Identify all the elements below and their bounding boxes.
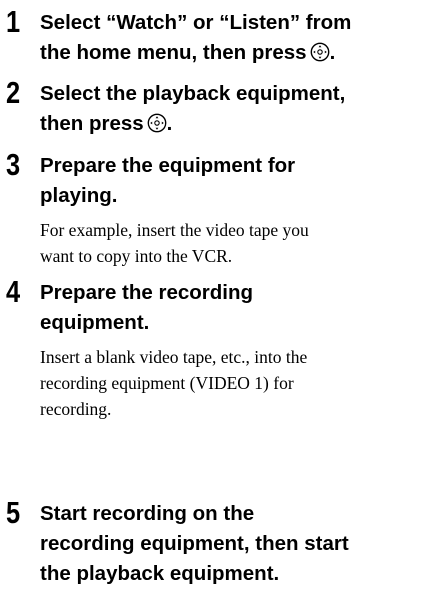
step-body-line: recording.: [40, 399, 112, 419]
step-heading-punct: .: [329, 41, 336, 64]
step-heading-line: the playback equipment.: [40, 562, 280, 585]
step-heading-line: then press: [40, 112, 144, 135]
step-heading: Prepare the equipment for playing.: [40, 151, 446, 211]
step-heading-punct: .: [166, 112, 173, 135]
step-heading: Prepare the recording equipment.: [40, 278, 446, 338]
step-number: 2: [6, 75, 21, 110]
step-heading-line: Select “Watch” or “Listen” from: [40, 11, 352, 34]
step-heading-line: playing.: [40, 184, 118, 207]
step-body-line: recording equipment (VIDEO 1) for: [40, 373, 294, 393]
step-heading-line-with-icon: the home menu, then press.: [40, 38, 446, 68]
step-body-line: Insert a blank video tape, etc., into th…: [40, 347, 308, 367]
step-number: 1: [6, 4, 21, 39]
step-heading: Select “Watch” or “Listen” from the home…: [40, 8, 446, 68]
step-heading: Select the playback equipment, then pres…: [40, 79, 446, 139]
step-heading-line: Select the playback equipment,: [40, 82, 346, 105]
step-heading-line: equipment.: [40, 311, 150, 334]
step-number: 5: [6, 495, 21, 530]
step-body-line: want to copy into the VCR.: [40, 246, 233, 266]
step-heading: Start recording on the recording equipme…: [40, 499, 446, 589]
step-heading-line: Start recording on the: [40, 502, 255, 525]
step-body-line: For example, insert the video tape you: [40, 220, 309, 240]
step-body: For example, insert the video tape you w…: [40, 217, 444, 269]
enter-button-icon: [310, 42, 330, 62]
step-heading-line: Prepare the recording: [40, 281, 254, 304]
step-heading-line: the home menu, then press: [40, 41, 307, 64]
step-heading-line-with-icon: then press.: [40, 109, 446, 139]
step-number: 3: [6, 147, 21, 182]
step-heading-line: recording equipment, then start: [40, 532, 349, 555]
step-body: Insert a blank video tape, etc., into th…: [40, 344, 444, 422]
enter-button-icon: [147, 113, 167, 133]
step-heading-line: Prepare the equipment for: [40, 154, 296, 177]
step-number: 4: [6, 274, 21, 309]
